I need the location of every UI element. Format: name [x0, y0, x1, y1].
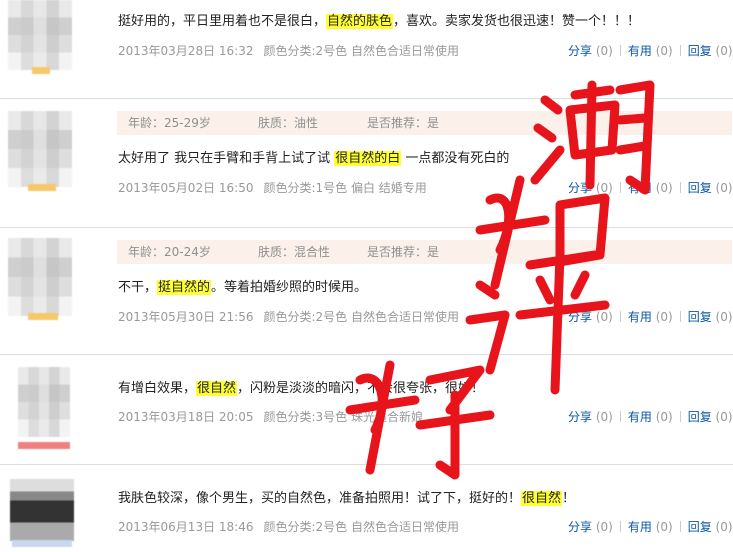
reply-button[interactable]: 回复 (0) — [688, 520, 733, 534]
review-highlight: 自然的肤色 — [326, 14, 394, 29]
user-level-badge — [12, 540, 72, 547]
review-meta: 2013年06月13日 18:46 颜色分类:2号色 自然色合适日常使用 — [118, 518, 459, 535]
review-text: 一点都没有死白的 — [401, 151, 510, 166]
review-meta: 2013年03月18日 20:05 颜色分类:3号色 珠光适合新娘 — [118, 408, 423, 425]
review-item: 有增白效果，很自然，闪粉是淡淡的暗闪，不会很夸张，很好！ 2013年03月18日… — [0, 355, 733, 465]
review-highlight: 很自然的白 — [334, 151, 402, 166]
avatar[interactable] — [8, 238, 72, 320]
review-highlight: 很自然 — [196, 381, 238, 396]
divider — [619, 45, 621, 56]
user-level-badge — [18, 442, 70, 449]
useful-button[interactable]: 有用 (0) — [628, 181, 673, 195]
review-date: 2013年03月28日 16:32 — [118, 44, 254, 58]
review-actions: 分享 (0) 有用 (0) 回复 (0) — [568, 518, 733, 535]
share-button[interactable]: 分享 (0) — [568, 181, 613, 195]
review-content: 我肤色较深，像个男生，买的自然色，准备拍照用！试了下，挺好的！很自然！ — [118, 487, 575, 506]
review-item: 年龄：25-29岁 肤质：油性 是否推荐：是 太好用了 我只在手臂和手背上试了试… — [0, 99, 733, 228]
review-text: 挺好用的，平日里用着也不是很白， — [118, 14, 327, 29]
divider — [619, 311, 621, 322]
review-highlight: 挺自然的 — [157, 280, 212, 295]
review-text: 。等着拍婚纱照的时候用。 — [211, 280, 368, 295]
share-button[interactable]: 分享 (0) — [568, 410, 613, 424]
buyer-age: 年龄：20-24岁 — [128, 245, 211, 259]
review-date: 2013年03月18日 20:05 — [118, 410, 254, 424]
review-content: 有增白效果，很自然，闪粉是淡淡的暗闪，不会很夸张，很好！ — [118, 377, 484, 396]
buyer-age: 年龄：25-29岁 — [128, 116, 211, 130]
reply-button[interactable]: 回复 (0) — [688, 44, 733, 58]
review-sku: 颜色分类:1号色 偏白 结婚专用 — [263, 181, 427, 195]
review-content: 挺好用的，平日里用着也不是很白，自然的肤色，喜欢。卖家发货也很迅速！赞一个！！！ — [118, 10, 640, 29]
review-sku: 颜色分类:2号色 自然色合适日常使用 — [263, 310, 459, 324]
user-level-badge — [28, 184, 56, 191]
share-button[interactable]: 分享 (0) — [568, 520, 613, 534]
divider — [619, 182, 621, 193]
divider — [679, 45, 681, 56]
divider — [619, 411, 621, 422]
reply-button[interactable]: 回复 (0) — [688, 410, 733, 424]
review-date: 2013年06月13日 18:46 — [118, 520, 254, 534]
review-sku: 颜色分类:3号色 珠光适合新娘 — [263, 410, 423, 424]
review-text: ！ — [562, 491, 576, 506]
review-sku: 颜色分类:2号色 自然色合适日常使用 — [263, 44, 459, 58]
review-actions: 分享 (0) 有用 (0) 回复 (0) — [568, 408, 733, 425]
review-highlight: 很自然 — [521, 491, 563, 506]
divider — [679, 521, 681, 532]
avatar[interactable] — [8, 111, 72, 191]
review-item: 挺好用的，平日里用着也不是很白，自然的肤色，喜欢。卖家发货也很迅速！赞一个！！！… — [0, 0, 733, 99]
useful-button[interactable]: 有用 (0) — [628, 44, 673, 58]
avatar[interactable] — [8, 0, 72, 74]
review-sku: 颜色分类:2号色 自然色合适日常使用 — [263, 520, 459, 534]
useful-button[interactable]: 有用 (0) — [628, 520, 673, 534]
review-actions: 分享 (0) 有用 (0) 回复 (0) — [568, 308, 733, 325]
review-content: 太好用了 我只在手臂和手背上试了试 很自然的白 一点都没有死白的 — [118, 147, 509, 166]
divider — [619, 521, 621, 532]
review-item: 我肤色较深，像个男生，买的自然色，准备拍照用！试了下，挺好的！很自然！ 2013… — [0, 465, 733, 552]
buyer-skin-type: 肤质：混合性 — [258, 245, 331, 259]
buyer-recommend: 是否推荐：是 — [367, 116, 440, 130]
useful-button[interactable]: 有用 (0) — [628, 310, 673, 324]
review-text: 不干， — [118, 280, 158, 295]
avatar[interactable] — [10, 479, 74, 547]
reply-button[interactable]: 回复 (0) — [688, 181, 733, 195]
buyer-skin-type: 肤质：油性 — [258, 116, 319, 130]
review-meta: 2013年05月02日 16:50 颜色分类:1号色 偏白 结婚专用 — [118, 179, 427, 196]
review-text: ，喜欢。卖家发货也很迅速！赞一个！！！ — [393, 14, 641, 29]
share-button[interactable]: 分享 (0) — [568, 310, 613, 324]
review-text: 有增白效果， — [118, 381, 197, 396]
review-text: 我肤色较深，像个男生，买的自然色，准备拍照用！试了下，挺好的！ — [118, 491, 522, 506]
divider — [679, 311, 681, 322]
review-text: 太好用了 我只在手臂和手背上试了试 — [118, 151, 335, 166]
buyer-attributes: 年龄：20-24岁 肤质：混合性 是否推荐：是 — [117, 240, 732, 264]
reply-button[interactable]: 回复 (0) — [688, 310, 733, 324]
divider — [679, 182, 681, 193]
review-meta: 2013年03月28日 16:32 颜色分类:2号色 自然色合适日常使用 — [118, 42, 459, 59]
user-level-badge — [28, 313, 58, 320]
review-date: 2013年05月30日 21:56 — [118, 310, 254, 324]
review-date: 2013年05月02日 16:50 — [118, 181, 254, 195]
share-button[interactable]: 分享 (0) — [568, 44, 613, 58]
review-meta: 2013年05月30日 21:56 颜色分类:2号色 自然色合适日常使用 — [118, 308, 459, 325]
buyer-recommend: 是否推荐：是 — [367, 245, 440, 259]
review-item: 年龄：20-24岁 肤质：混合性 是否推荐：是 不干，挺自然的。等着拍婚纱照的时… — [0, 228, 733, 355]
divider — [679, 411, 681, 422]
avatar[interactable] — [18, 367, 70, 449]
user-level-badge — [32, 67, 50, 74]
review-content: 不干，挺自然的。等着拍婚纱照的时候用。 — [118, 276, 367, 295]
review-actions: 分享 (0) 有用 (0) 回复 (0) — [568, 179, 733, 196]
review-text: ，闪粉是淡淡的暗闪，不会很夸张，很好！ — [237, 381, 485, 396]
useful-button[interactable]: 有用 (0) — [628, 410, 673, 424]
review-actions: 分享 (0) 有用 (0) 回复 (0) — [568, 42, 733, 59]
buyer-attributes: 年龄：25-29岁 肤质：油性 是否推荐：是 — [117, 111, 732, 135]
